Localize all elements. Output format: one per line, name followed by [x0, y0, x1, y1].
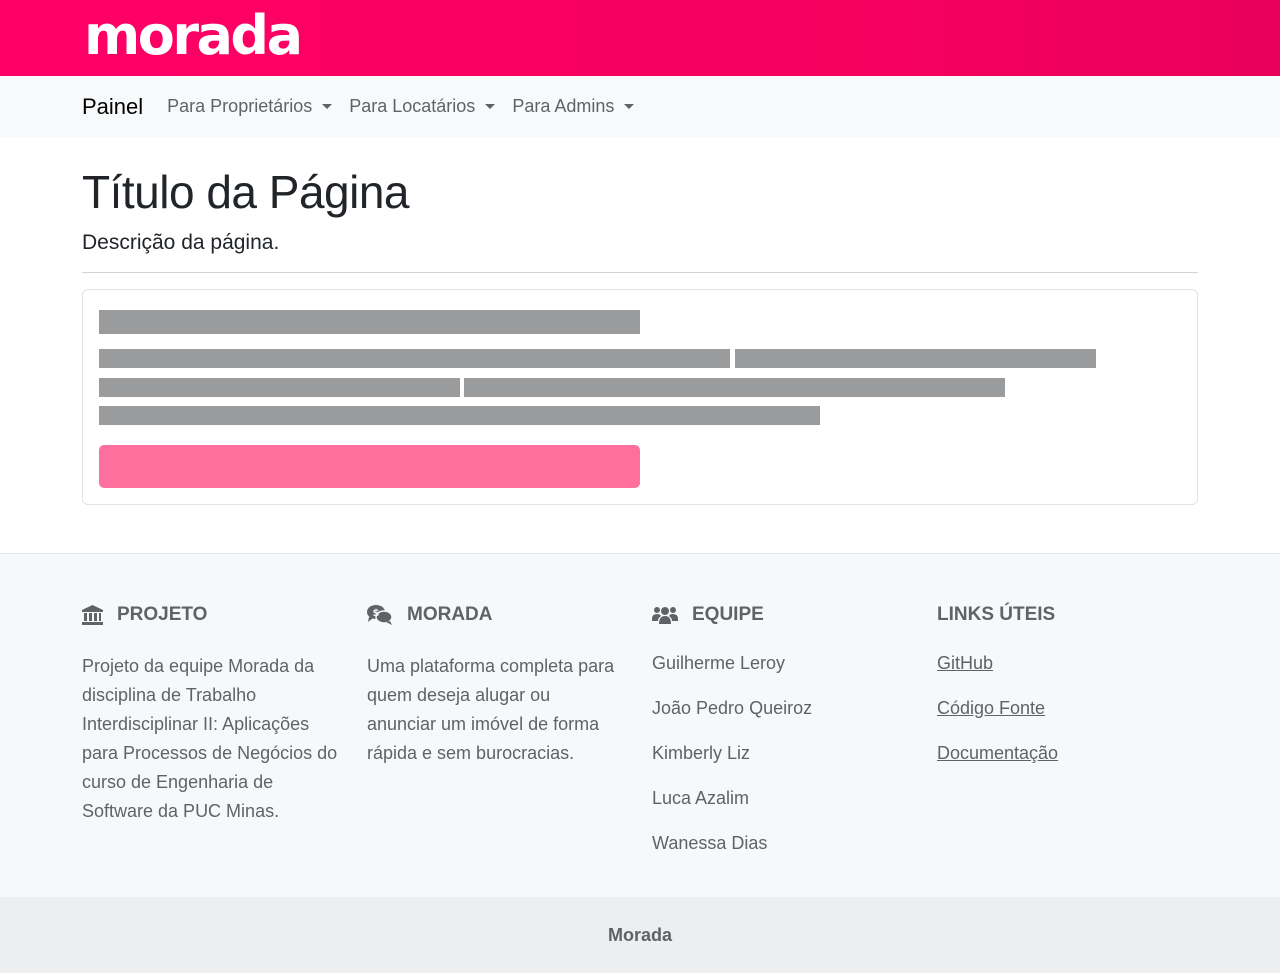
footer-heading: EQUIPE — [652, 604, 812, 626]
site-footer: PROJETO Projeto da equipe Morada da disc… — [0, 553, 1280, 897]
top-header: morada — [0, 0, 1280, 76]
team-member: Kimberly Liz — [652, 743, 751, 763]
link-github[interactable]: GitHub — [937, 653, 993, 673]
users-icon — [652, 607, 678, 624]
footer-morada-text: Uma plataforma completa para quem deseja… — [367, 656, 615, 763]
team-member: João Pedro Queiroz — [652, 698, 813, 718]
footer-heading-text: MORADA — [407, 604, 493, 625]
bottom-bar: Morada — [0, 897, 1280, 973]
footer-heading: $ MORADA — [367, 604, 622, 626]
footer-heading-text: PROJETO — [117, 604, 208, 625]
useful-links-list: GitHub Código Fonte Documentação — [937, 652, 1058, 765]
link-codigo-fonte[interactable]: Código Fonte — [937, 698, 1045, 718]
caret-down-icon — [624, 104, 635, 109]
placeholder-button[interactable] — [99, 445, 640, 488]
team-member: Wanessa Dias — [652, 833, 768, 853]
morada-logo[interactable]: morada — [84, 4, 303, 68]
footer-heading-text: LINKS ÚTEIS — [937, 604, 1056, 625]
footer-heading-text: EQUIPE — [692, 604, 764, 625]
placeholder-line — [99, 406, 820, 425]
footer-col-links: LINKS ÚTEIS GitHub Código Fonte Document… — [937, 604, 1058, 787]
footer-projeto-text: Projeto da equipe Morada da disciplina d… — [82, 656, 338, 821]
nav-dropdown-label: Para Admins — [512, 96, 615, 116]
nav-dropdown-label: Para Locatários — [349, 96, 476, 116]
nav-dropdown-admins[interactable]: Para Admins — [512, 96, 635, 117]
placeholder-line — [99, 378, 460, 397]
caret-down-icon — [485, 104, 496, 109]
nav-dropdown-locatarios[interactable]: Para Locatários — [349, 96, 496, 117]
link-documentacao[interactable]: Documentação — [937, 743, 1058, 763]
placeholder-line — [99, 349, 730, 368]
nav-dropdown-label: Para Proprietários — [167, 96, 313, 116]
footer-col-equipe: EQUIPE Guilherme Leroy João Pedro Queiro… — [652, 604, 812, 877]
team-member: Guilherme Leroy — [652, 653, 786, 673]
divider — [82, 272, 1198, 273]
team-member: Luca Azalim — [652, 788, 750, 808]
placeholder-card — [82, 289, 1198, 505]
svg-text:$: $ — [373, 608, 380, 619]
footer-heading: LINKS ÚTEIS — [937, 604, 1058, 626]
nav-brand-painel[interactable]: Painel — [82, 95, 143, 118]
page-description: Descrição da página. — [82, 231, 280, 254]
caret-down-icon — [322, 104, 333, 109]
page-title: Título da Página — [82, 166, 410, 218]
nav-dropdown-proprietarios[interactable]: Para Proprietários — [167, 96, 333, 117]
main-content: Título da Página Descrição da página. — [0, 137, 1280, 553]
main-navbar: Painel Para Proprietários Para Locatário… — [0, 76, 1280, 137]
comments-dollar-icon: $ — [367, 605, 393, 625]
placeholder-title — [99, 310, 640, 334]
footer-heading: PROJETO — [82, 604, 342, 626]
team-list: Guilherme Leroy João Pedro Queiroz Kimbe… — [652, 652, 812, 855]
placeholder-line — [735, 349, 1096, 368]
placeholder-line — [464, 378, 1005, 397]
bottom-label: Morada — [607, 924, 672, 945]
bank-icon — [82, 605, 103, 625]
footer-col-morada: $ MORADA Uma plataforma completa para qu… — [367, 604, 622, 768]
footer-col-projeto: PROJETO Projeto da equipe Morada da disc… — [82, 604, 342, 826]
